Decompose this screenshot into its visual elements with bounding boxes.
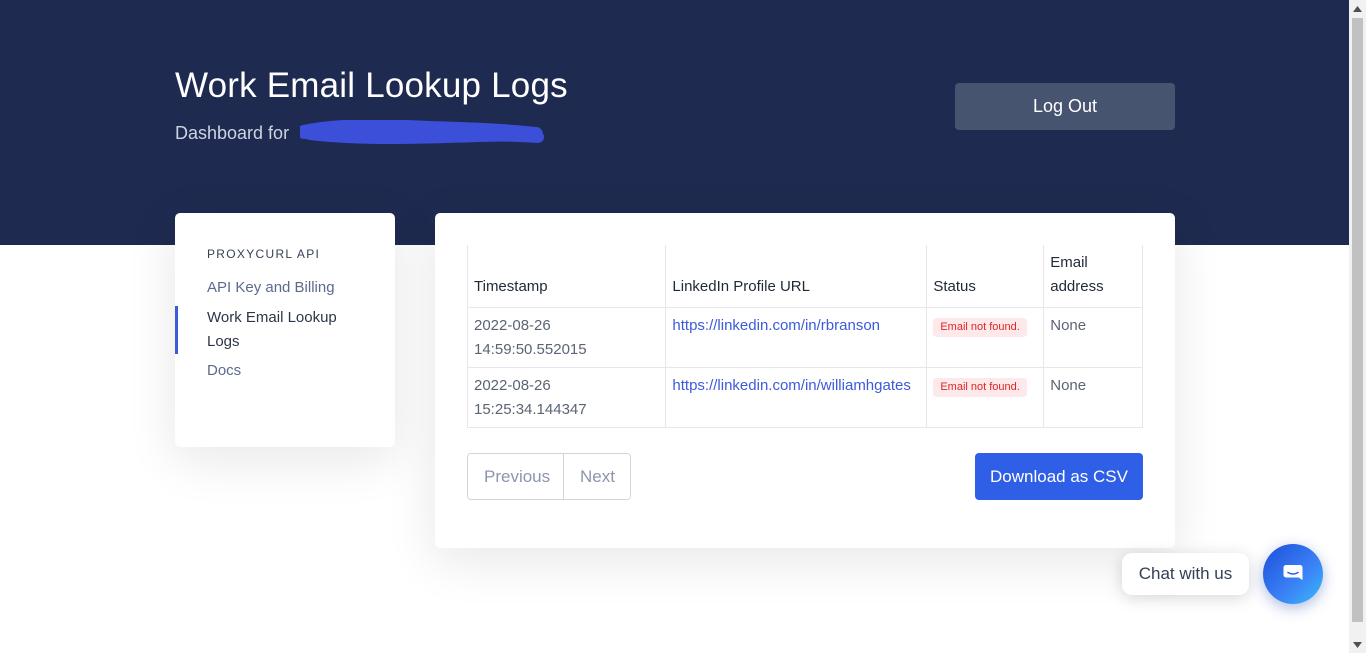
timestamp-cell: 2022-08-26 15:25:34.144347 xyxy=(466,367,667,428)
chat-launcher-button[interactable] xyxy=(1263,544,1323,604)
timestamp-time: 14:59:50.552015 xyxy=(474,341,587,358)
email-cell: None xyxy=(1043,307,1143,368)
subtitle-prefix: Dashboard for xyxy=(175,123,290,143)
status-badge: Email not found. xyxy=(933,378,1027,397)
active-indicator xyxy=(175,306,178,354)
email-cell: None xyxy=(1043,367,1143,428)
status-cell: Email not found. xyxy=(926,367,1045,428)
column-header-timestamp: Timestamp xyxy=(466,245,667,308)
status-badge: Email not found. xyxy=(933,318,1027,337)
chat-with-us-label[interactable]: Chat with us xyxy=(1122,553,1249,595)
page-title: Work Email Lookup Logs xyxy=(175,66,568,105)
sidebar-item-api-key-billing[interactable]: API Key and Billing xyxy=(207,276,335,300)
column-header-linkedin-url: LinkedIn Profile URL xyxy=(665,245,928,308)
table-row: 2022-08-26 15:25:34.144347 https://linke… xyxy=(466,367,1143,428)
status-cell: Email not found. xyxy=(926,307,1045,368)
next-page-button[interactable]: Next xyxy=(564,454,630,499)
scroll-up-arrow-icon[interactable] xyxy=(1349,0,1366,17)
sidebar-nav: PROXYCURL API API Key and Billing Work E… xyxy=(175,213,395,447)
download-csv-button[interactable]: Download as CSV xyxy=(975,453,1143,500)
timestamp-cell: 2022-08-26 14:59:50.552015 xyxy=(466,307,667,368)
linkedin-profile-link[interactable]: https://linkedin.com/in/williamhgates xyxy=(672,377,910,394)
logs-table: Timestamp LinkedIn Profile URL Status Em… xyxy=(466,245,1143,428)
timestamp-time: 15:25:34.144347 xyxy=(474,401,587,418)
scrollbar-thumb[interactable] xyxy=(1352,18,1363,622)
pagination: Previous Next xyxy=(467,453,631,500)
linkedin-profile-link[interactable]: https://linkedin.com/in/rbranson xyxy=(672,317,880,334)
table-header-row: Timestamp LinkedIn Profile URL Status Em… xyxy=(466,245,1143,308)
timestamp-date: 2022-08-26 xyxy=(474,377,551,394)
logout-button[interactable]: Log Out xyxy=(955,83,1175,130)
column-header-status: Status xyxy=(926,245,1045,308)
scroll-down-arrow-icon[interactable] xyxy=(1349,636,1366,653)
url-cell: https://linkedin.com/in/rbranson xyxy=(665,307,928,368)
timestamp-date: 2022-08-26 xyxy=(474,317,551,334)
redaction-scribble xyxy=(300,120,544,144)
sidebar-item-work-email-lookup-logs[interactable]: Work Email Lookup Logs xyxy=(207,306,367,354)
table-row: 2022-08-26 14:59:50.552015 https://linke… xyxy=(466,307,1143,368)
vertical-scrollbar[interactable] xyxy=(1349,0,1366,653)
column-header-email-address: Email address xyxy=(1043,245,1143,308)
sidebar-heading: PROXYCURL API xyxy=(207,247,321,261)
previous-page-button[interactable]: Previous xyxy=(468,454,564,499)
url-cell: https://linkedin.com/in/williamhgates xyxy=(665,367,928,428)
logs-card: Timestamp LinkedIn Profile URL Status Em… xyxy=(435,213,1175,548)
chat-bubble-icon xyxy=(1283,565,1303,580)
sidebar-item-docs[interactable]: Docs xyxy=(207,359,241,383)
page-header: Work Email Lookup Logs Dashboard for Log… xyxy=(0,0,1349,245)
dashboard-subtitle: Dashboard for xyxy=(175,123,289,144)
